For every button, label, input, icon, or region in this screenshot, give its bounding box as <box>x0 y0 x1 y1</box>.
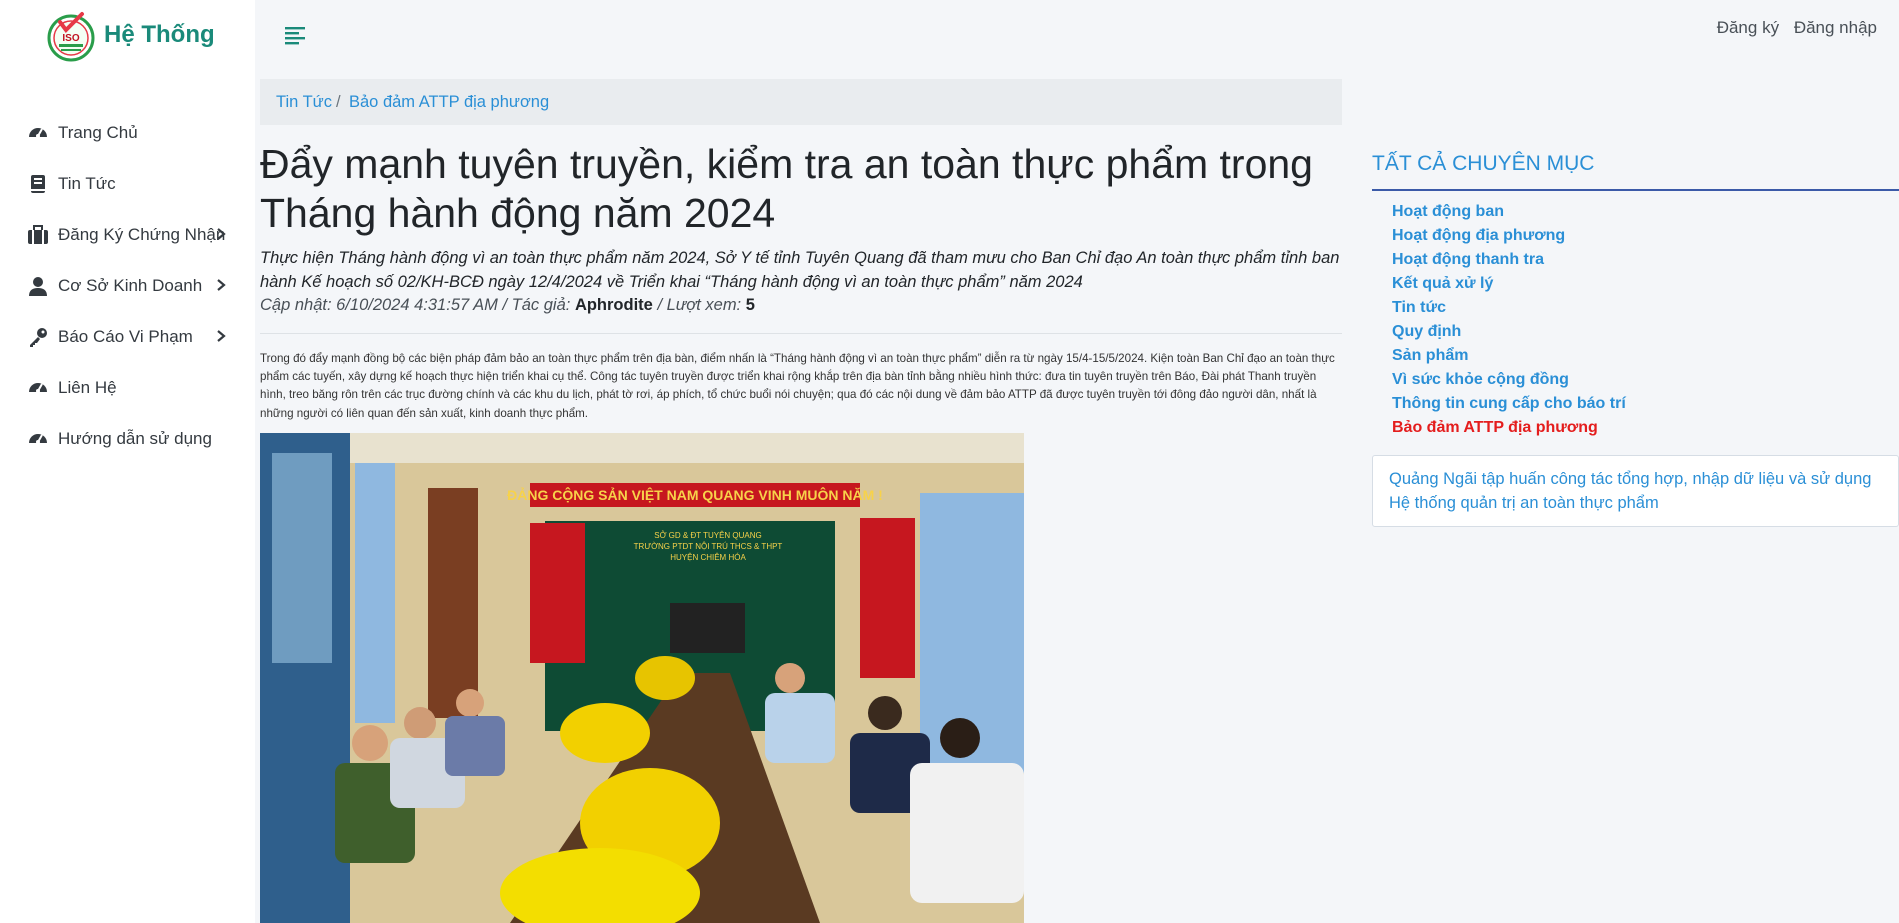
brand[interactable]: ISO Hệ Thống <box>0 0 255 76</box>
briefcase-icon <box>27 224 49 246</box>
article-body: Trong đó đẩy mạnh đồng bộ các biện pháp … <box>260 352 1335 420</box>
photo-banner-text: ĐẢNG CỘNG SẢN VIỆT NAM QUANG VINH MUÔN N… <box>507 486 883 503</box>
category-link[interactable]: Hoạt động địa phương <box>1392 224 1626 248</box>
sidebar-item-label: Hướng dẫn sử dụng <box>58 429 212 448</box>
categories-rule <box>1372 189 1899 191</box>
auth-links: Đăng ký Đăng nhập <box>1707 18 1877 38</box>
related-article-card: Quảng Ngãi tập huấn công tác tổng hợp, n… <box>1372 455 1899 527</box>
brand-name: Hệ Thống <box>104 21 215 48</box>
meta-views: 5 <box>745 296 755 314</box>
categories-title: TẤT CẢ CHUYÊN MỤC <box>1372 152 1595 175</box>
sidebar-item-bao-cao-vi-pham[interactable]: Báo Cáo Vi Phạm <box>0 312 255 363</box>
breadcrumb-separator: / <box>336 93 341 111</box>
category-link[interactable]: Tin tức <box>1392 296 1626 320</box>
categories-list: Hoạt động ban Hoạt động địa phương Hoạt … <box>1392 200 1626 440</box>
dashboard-icon <box>27 122 49 144</box>
sidebar-item-label: Đăng Ký Chứng Nhận <box>58 225 226 244</box>
sidebar-item-label: Trang Chủ <box>58 123 138 142</box>
sidebar-item-label: Tin Tức <box>58 174 116 193</box>
sidebar-item-huong-dan[interactable]: Hướng dẫn sử dụng <box>0 414 255 465</box>
category-link[interactable]: Quy định <box>1392 320 1626 344</box>
sidebar-item-trang-chu[interactable]: Trang Chủ <box>0 108 255 159</box>
category-link[interactable]: Vì sức khỏe cộng đồng <box>1392 368 1626 392</box>
sidebar-item-dang-ky-chung-nhan[interactable]: Đăng Ký Chứng Nhận <box>0 210 255 261</box>
iso-logo: ISO <box>47 12 95 62</box>
sidebar-item-co-so-kinh-doanh[interactable]: Cơ Sở Kinh Doanh <box>0 261 255 312</box>
breadcrumb-current[interactable]: Bảo đảm ATTP địa phương <box>349 93 549 112</box>
breadcrumb: Tin Tức / Bảo đảm ATTP địa phương <box>260 79 1342 125</box>
article-meta: Cập nhật: 6/10/2024 4:31:57 AM / Tác giả… <box>260 296 755 315</box>
chevron-right-icon <box>217 228 226 240</box>
register-link[interactable]: Đăng ký <box>1717 18 1779 37</box>
meta-author: Aphrodite <box>574 296 653 314</box>
category-link[interactable]: Thông tin cung cấp cho báo trí <box>1392 392 1626 416</box>
divider <box>260 333 1342 334</box>
book-icon <box>27 173 49 195</box>
sidebar-item-label: Liên Hệ <box>58 378 117 397</box>
category-link[interactable]: Hoạt động ban <box>1392 200 1626 224</box>
category-link[interactable]: Hoạt động thanh tra <box>1392 248 1626 272</box>
meta-views-label: / Lượt xem: <box>652 296 746 314</box>
breadcrumb-tin-tuc[interactable]: Tin Tức <box>276 93 332 112</box>
sidebar-item-lien-he[interactable]: Liên Hệ <box>0 363 255 414</box>
sidebar-item-tin-tuc[interactable]: Tin Tức <box>0 159 255 210</box>
key-icon <box>27 326 49 348</box>
meta-updated: Cập nhật: 6/10/2024 4:31:57 AM / Tác giả… <box>260 296 575 314</box>
sidebar-item-label: Báo Cáo Vi Phạm <box>58 327 193 346</box>
menu-toggle-icon[interactable] <box>283 24 307 48</box>
topbar <box>255 0 1899 76</box>
article-summary: Thực hiện Tháng hành động vì an toàn thự… <box>260 249 1340 291</box>
dashboard-icon <box>27 377 49 399</box>
category-link-active[interactable]: Bảo đảm ATTP địa phương <box>1392 416 1626 440</box>
dashboard-icon <box>27 428 49 450</box>
sidebar-item-label: Cơ Sở Kinh Doanh <box>58 276 203 295</box>
sidebar-nav: Trang Chủ Tin Tức Đăng Ký Chứng Nhận Cơ … <box>0 108 255 465</box>
category-link[interactable]: Kết quả xử lý <box>1392 272 1626 296</box>
user-icon <box>27 275 49 297</box>
chevron-right-icon <box>217 330 226 342</box>
article-photo: ĐẢNG CỘNG SẢN VIỆT NAM QUANG VINH MUÔN N… <box>260 433 1024 923</box>
category-link[interactable]: Sản phẩm <box>1392 344 1626 368</box>
svg-text:ISO: ISO <box>62 33 79 44</box>
article-title: Đẩy mạnh tuyên truyền, kiểm tra an toàn … <box>260 141 1313 236</box>
sidebar: ISO Hệ Thống Trang Chủ Tin Tức Đăng Ký C… <box>0 0 255 923</box>
related-article-link[interactable]: Quảng Ngãi tập huấn công tác tổng hợp, n… <box>1389 467 1889 515</box>
login-link[interactable]: Đăng nhập <box>1794 18 1877 37</box>
chevron-right-icon <box>217 279 226 291</box>
